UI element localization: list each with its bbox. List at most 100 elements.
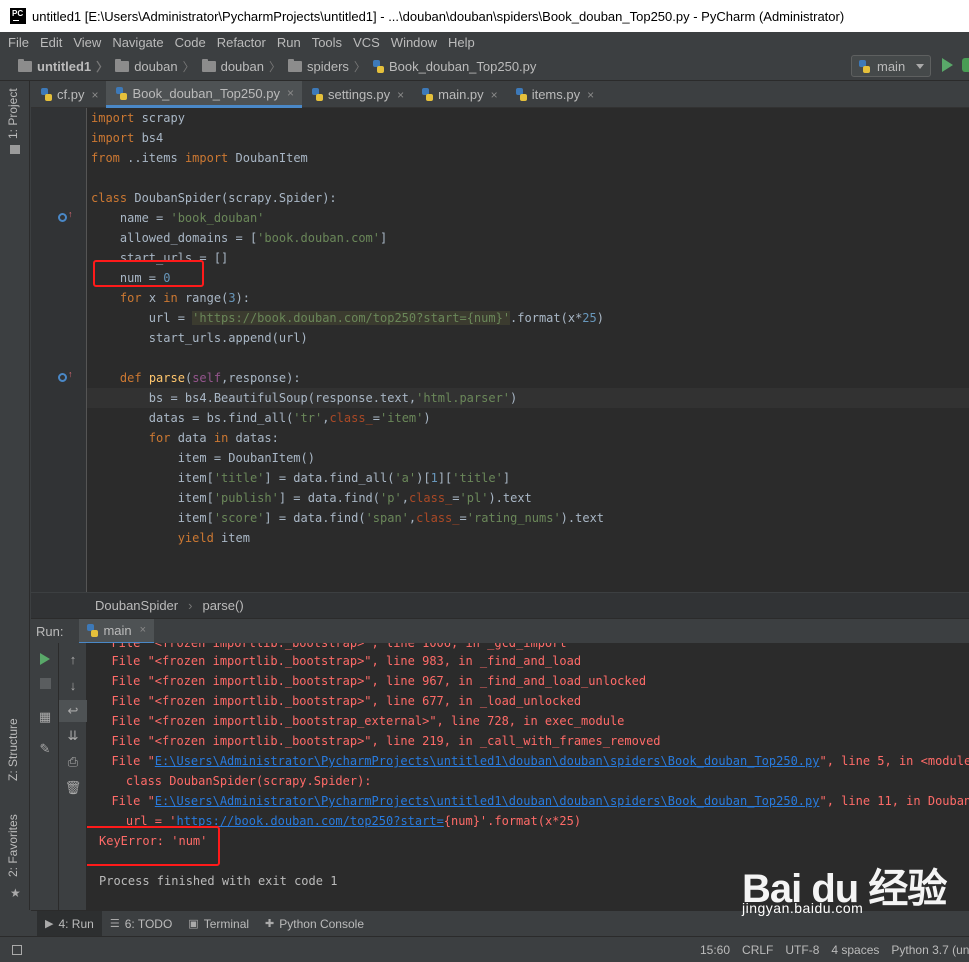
code-line-17[interactable]: 17 for data in datas: — [31, 428, 969, 448]
close-icon[interactable]: × — [491, 88, 498, 102]
code-line-13[interactable]: 13 — [31, 348, 969, 368]
navigation-bar: untitled1 〉 douban 〉 douban 〉 spiders 〉 Book… — [0, 52, 969, 81]
trace-file-link[interactable]: E:\Users\Administrator\PycharmProjects\u… — [155, 754, 820, 768]
code-line-19[interactable]: 19 item['title'] = data.find_all('a')[1]… — [31, 468, 969, 488]
trace-file-link[interactable]: E:\Users\Administrator\PycharmProjects\u… — [155, 794, 820, 808]
interpreter-setting[interactable]: Python 3.7 (untitled1) — [891, 943, 969, 957]
code-line-2[interactable]: 2import bs4 — [31, 128, 969, 148]
toolwindow-run[interactable]: ▶ 4: Run — [37, 910, 102, 937]
console-line: File "<frozen importlib._bootstrap>", li… — [97, 654, 582, 668]
menu-refactor[interactable]: Refactor — [217, 35, 266, 50]
line-separator[interactable]: CRLF — [742, 943, 773, 957]
print-button[interactable]: ⎙ — [59, 751, 87, 773]
menu-window[interactable]: Window — [391, 35, 437, 50]
menu-code[interactable]: Code — [175, 35, 206, 50]
code-line-20[interactable]: 20 item['publish'] = data.find('p',class… — [31, 488, 969, 508]
soft-wrap-icon: ↩ — [67, 703, 79, 718]
code-text: def parse(self,response): — [119, 371, 301, 385]
run-button[interactable] — [942, 58, 953, 72]
breadcrumb-douban[interactable]: douban 〉 — [115, 58, 201, 75]
code-crumb-method[interactable]: parse() — [202, 598, 243, 613]
favorites-tool-tab[interactable]: 2: Favorites — [6, 814, 20, 877]
menu-run[interactable]: Run — [277, 35, 301, 50]
code-line-1[interactable]: 1import scrapy — [31, 108, 969, 128]
menu-help[interactable]: Help — [448, 35, 475, 50]
code-text: allowed_domains = ['book.douban.com'] — [91, 231, 388, 245]
override-icon[interactable] — [58, 213, 67, 222]
breadcrumb-file[interactable]: Book_douban_Top250.py — [372, 59, 536, 74]
tab-main-py[interactable]: main.py × — [412, 81, 506, 108]
project-tool-tab[interactable]: 1: Project — [6, 88, 20, 139]
code-line-12[interactable]: 12 start_urls.append(url) — [31, 328, 969, 348]
rerun-button[interactable] — [31, 648, 59, 670]
code-line-4[interactable]: 4 — [31, 168, 969, 188]
breadcrumb-project[interactable]: untitled1 〉 — [18, 58, 115, 75]
menu-vcs[interactable]: VCS — [353, 35, 380, 50]
tab-cf-py[interactable]: cf.py × — [31, 81, 106, 108]
code-line-18[interactable]: 18 item = DoubanItem() — [31, 448, 969, 468]
run-tab-main[interactable]: main × — [79, 618, 155, 644]
code-text: datas = bs.find_all('tr',class_='item') — [91, 411, 431, 425]
close-icon[interactable]: × — [587, 88, 594, 102]
python-file-icon — [372, 59, 384, 73]
tab-items-py[interactable]: items.py × — [506, 81, 602, 108]
tab-book-douban-top250-py[interactable]: Book_douban_Top250.py × — [106, 81, 302, 108]
menu-bar: File Edit View Navigate Code Refactor Ru… — [0, 32, 969, 52]
indent-setting[interactable]: 4 spaces — [831, 943, 879, 957]
code-crumb-class[interactable]: DoubanSpider — [95, 598, 178, 613]
structure-tool-tab[interactable]: Z: Structure — [6, 718, 20, 781]
code-line-21[interactable]: 21 item['score'] = data.find('span',clas… — [31, 508, 969, 528]
python-file-icon — [87, 623, 99, 637]
code-text: import bs4 — [91, 131, 164, 145]
menu-view[interactable]: View — [73, 35, 101, 50]
soft-wrap-button[interactable]: ↩ — [59, 700, 87, 722]
toggle-tool-windows-icon[interactable] — [12, 944, 22, 955]
python-file-icon — [422, 88, 434, 101]
scroll-to-end-button[interactable]: ⇊ — [59, 725, 87, 747]
close-icon[interactable]: × — [287, 86, 294, 100]
clear-all-button[interactable]: 🗑 — [59, 777, 87, 799]
run-configuration-select[interactable]: main — [851, 55, 931, 77]
menu-tools[interactable]: Tools — [312, 35, 342, 50]
folder-icon — [18, 58, 32, 72]
menu-navigate[interactable]: Navigate — [112, 35, 163, 50]
tab-settings-py[interactable]: settings.py × — [302, 81, 412, 108]
toolwindow-python-console[interactable]: ✚ Python Console — [257, 911, 372, 937]
pin-button[interactable]: ✎ — [31, 738, 59, 760]
close-icon[interactable]: × — [397, 88, 404, 102]
code-line-10[interactable]: 10 for x in range(3): — [31, 288, 969, 308]
folder-icon — [201, 58, 216, 72]
caret-position[interactable]: 15:60 — [700, 943, 730, 957]
breadcrumb-douban-package[interactable]: douban 〉 — [201, 58, 288, 75]
debug-button[interactable] — [962, 58, 969, 72]
layout-button[interactable]: ▦ — [31, 706, 59, 728]
file-encoding[interactable]: UTF-8 — [785, 943, 819, 957]
close-icon[interactable]: × — [91, 88, 98, 102]
console-trace-line-2: File "E:\Users\Administrator\PycharmProj… — [97, 794, 969, 808]
scroll-down-button[interactable]: ↓ — [59, 674, 87, 696]
code-line-15[interactable]: 15 bs = bs4.BeautifulSoup(response.text,… — [31, 388, 969, 408]
override-icon[interactable] — [58, 373, 67, 382]
code-line-23[interactable]: 23 — [31, 548, 969, 568]
code-line-14[interactable]: 14 def parse(self,response): — [31, 368, 969, 388]
breadcrumb-spiders[interactable]: spiders 〉 — [288, 58, 373, 75]
menu-file[interactable]: File — [8, 35, 29, 50]
code-line-3[interactable]: 3from ..items import DoubanItem — [31, 148, 969, 168]
code-line-16[interactable]: 16 datas = bs.find_all('tr',class_='item… — [31, 408, 969, 428]
code-line-22[interactable]: 22 yield item — [31, 528, 969, 548]
code-line-6[interactable]: 6 name = 'book_douban' — [31, 208, 969, 228]
code-line-11[interactable]: 11 url = 'https://book.douban.com/top250… — [31, 308, 969, 328]
list-icon: ☰ — [109, 918, 120, 930]
toolwindow-todo[interactable]: ☰ 6: TODO — [102, 911, 180, 937]
run-panel-header: Run: main × — [31, 618, 969, 644]
code-text: item['score'] = data.find('span',class_=… — [91, 511, 605, 525]
code-line-7[interactable]: 7 allowed_domains = ['book.douban.com'] — [31, 228, 969, 248]
menu-edit[interactable]: Edit — [40, 35, 62, 50]
code-text: class DoubanSpider(scrapy.Spider): — [91, 191, 337, 205]
close-icon[interactable]: × — [140, 624, 146, 636]
code-line-5[interactable]: 5class DoubanSpider(scrapy.Spider): — [31, 188, 969, 208]
toolwindow-terminal[interactable]: ▣ Terminal — [180, 911, 257, 937]
code-editor[interactable]: 2322 yield item21 item['score'] = data.f… — [31, 108, 969, 592]
scroll-up-button[interactable]: ↑ — [59, 648, 87, 670]
stop-button[interactable] — [31, 672, 59, 694]
